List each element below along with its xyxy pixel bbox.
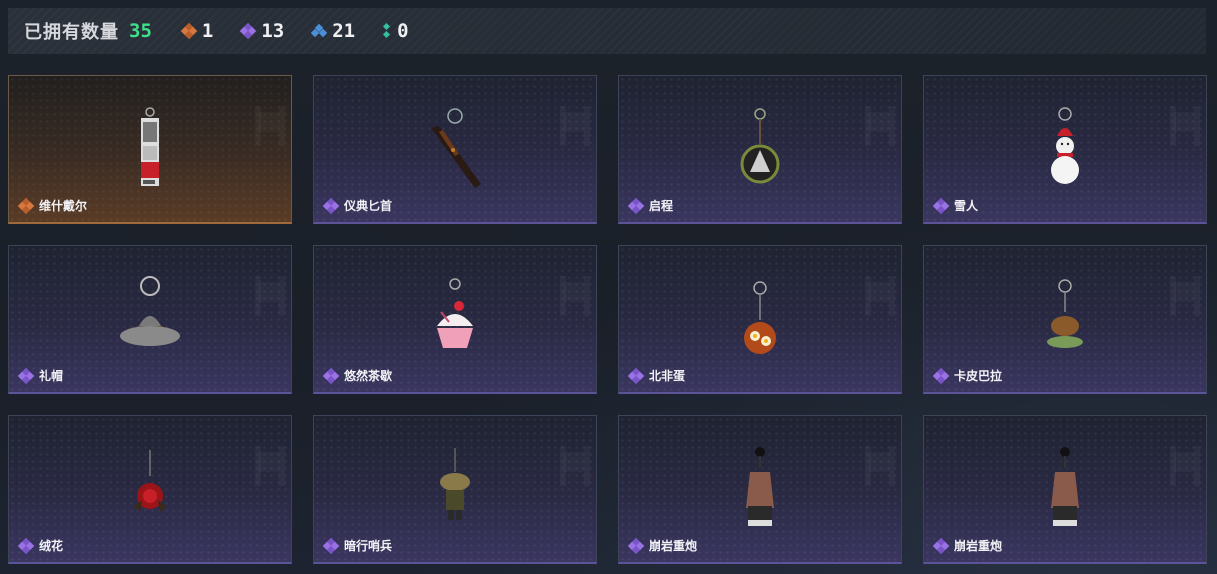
charm-name: 悠然茶歇 — [344, 369, 393, 383]
orange-rarity-count: 1 — [201, 20, 214, 42]
purple-diamond-icon — [627, 537, 645, 554]
purple-diamond-icon — [322, 537, 340, 554]
charm-name: 维什戴尔 — [39, 199, 88, 213]
charm-grid: 维什戴尔 仪典匕首 启程 雪人 礼帽 悠然茶歇 北非蛋 卡皮巴拉 绒花 暗行哨兵… — [8, 75, 1207, 564]
charm-card[interactable]: 暗行哨兵 — [313, 415, 597, 564]
orange-rarity-stat: 1 — [180, 20, 214, 42]
cupcake-charm-icon — [415, 276, 495, 366]
orange-diamond-icon — [180, 22, 198, 40]
charm-card[interactable]: 雪人 — [923, 75, 1207, 224]
blue-rarity-stat: 21 — [310, 20, 356, 42]
purple-diamond-icon — [240, 22, 257, 40]
charm-name: 崩岩重炮 — [649, 539, 698, 553]
sentinel-charm-icon — [415, 446, 495, 536]
green-rarity-stat: 0 — [383, 20, 409, 42]
charm-card[interactable]: 卡皮巴拉 — [923, 245, 1207, 394]
purple-rarity-stat: 13 — [240, 20, 285, 42]
shakshuka-charm-icon — [720, 276, 800, 366]
rose-charm-icon — [110, 446, 190, 536]
purple-diamond-icon — [932, 367, 950, 384]
charm-card[interactable]: 崩岩重炮 — [618, 415, 902, 564]
charm-name: 卡皮巴拉 — [954, 369, 1003, 383]
charm-name: 绒花 — [39, 539, 64, 553]
charm-name: 礼帽 — [39, 369, 64, 383]
purple-diamond-icon — [627, 367, 645, 384]
cannon-charm-icon — [1025, 446, 1105, 536]
charm-card[interactable]: 北非蛋 — [618, 245, 902, 394]
purple-diamond-icon — [322, 197, 340, 214]
charm-name: 仪典匕首 — [344, 199, 393, 213]
purple-diamond-icon — [932, 197, 950, 214]
capybara-charm-icon — [1025, 276, 1105, 366]
collection-header: 已拥有数量 35 1 13 21 0 — [8, 8, 1206, 54]
charm-card[interactable]: 崩岩重炮 — [923, 415, 1207, 564]
charm-card[interactable]: 启程 — [618, 75, 902, 224]
green-rarity-count: 0 — [397, 20, 409, 42]
blue-rarity-count: 21 — [332, 20, 356, 42]
snowman-charm-icon — [1025, 106, 1105, 196]
purple-diamond-icon — [322, 367, 340, 384]
owned-count-label: 已拥有数量 — [24, 22, 119, 43]
purple-diamond-icon — [932, 537, 950, 554]
charm-name: 暗行哨兵 — [344, 539, 393, 553]
hat-charm-icon — [110, 276, 190, 366]
charm-card[interactable]: 仪典匕首 — [313, 75, 597, 224]
card-charm-icon — [110, 106, 190, 196]
charm-card[interactable]: 维什戴尔 — [8, 75, 292, 224]
cannon-charm-icon — [720, 446, 800, 536]
charm-name: 雪人 — [954, 199, 979, 213]
charm-name: 崩岩重炮 — [954, 539, 1003, 553]
charm-name: 北非蛋 — [649, 369, 686, 383]
charm-card[interactable]: 悠然茶歇 — [313, 245, 597, 394]
charm-card[interactable]: 绒花 — [8, 415, 292, 564]
purple-diamond-icon — [17, 367, 35, 384]
orange-diamond-icon — [17, 197, 35, 214]
dagger-charm-icon — [415, 106, 495, 196]
medal-charm-icon — [720, 106, 800, 196]
owned-count-total: 35 — [129, 20, 152, 42]
green-diamond-icon — [383, 22, 391, 39]
charm-card[interactable]: 礼帽 — [8, 245, 292, 394]
charm-name: 启程 — [649, 199, 674, 213]
purple-diamond-icon — [17, 537, 35, 554]
purple-rarity-count: 13 — [261, 20, 285, 42]
blue-diamond-icon — [310, 23, 328, 38]
purple-diamond-icon — [627, 197, 645, 214]
